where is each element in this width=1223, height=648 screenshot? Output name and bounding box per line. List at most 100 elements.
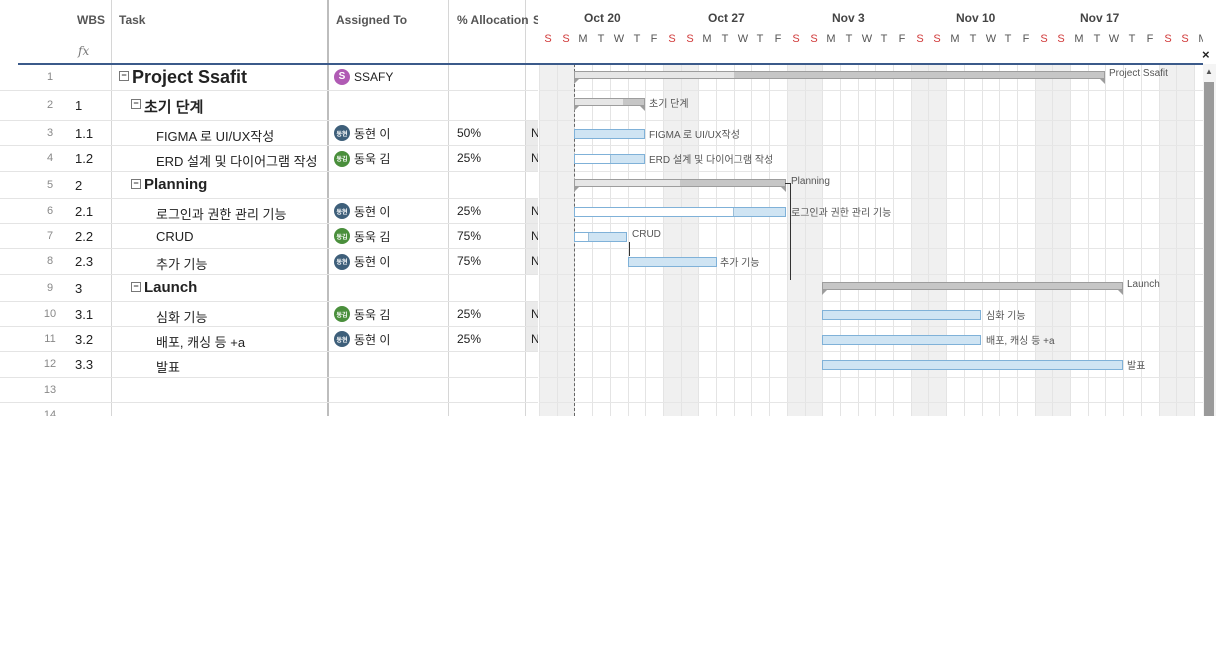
wbs-cell[interactable]: 3.2 [75,332,93,347]
table-row[interactable]: 3 1.1 FIGMA 로 UI/UX작성 동현 동현 이 50% N [0,121,538,146]
column-header-assigned[interactable]: Assigned To [336,13,407,27]
scrollbar-thumb[interactable] [1204,82,1214,416]
status-cell[interactable]: N [526,199,538,223]
task-bar[interactable] [822,360,1123,370]
gantt-row [539,91,1203,121]
task-name[interactable]: Project Ssafit [132,67,247,88]
status-cell[interactable]: N [526,146,538,171]
task-name[interactable]: Planning [144,176,207,193]
column-header-wbs[interactable]: WBS [77,13,105,27]
summary-bar[interactable] [574,98,645,111]
scroll-up-icon[interactable]: ▲ [1205,67,1213,76]
collapse-toggle-icon[interactable]: − [131,178,141,189]
task-bar[interactable] [574,232,627,242]
header-divider [18,63,1203,65]
task-name[interactable]: Launch [144,279,197,296]
task-bar[interactable] [822,335,981,345]
allocation-cell[interactable]: 75% [457,229,481,243]
table-row[interactable]: 2 1 초기 단계 − [0,91,538,121]
wbs-cell[interactable]: 2.3 [75,254,93,269]
wbs-cell[interactable]: 3.1 [75,307,93,322]
table-row[interactable]: 7 2.2 CRUD 동김 동욱 김 75% N [0,224,538,249]
table-row[interactable]: 5 2 Planning − [0,172,538,199]
table-row[interactable]: 9 3 Launch − [0,275,538,302]
wbs-cell[interactable]: 2 [75,178,82,193]
task-bar[interactable] [628,257,717,267]
column-header-status[interactable]: S [533,13,538,27]
task-name[interactable]: CRUD [156,229,194,244]
table-row[interactable]: 6 2.1 로그인과 권한 관리 기능 동현 동현 이 25% N [0,199,538,224]
table-row[interactable]: 12 3.3 발표 [0,352,538,378]
table-row[interactable]: 10 3.1 심화 기능 동김 동욱 김 25% N [0,302,538,327]
table-row[interactable]: 14 [0,403,538,417]
summary-bar[interactable] [574,71,1105,84]
allocation-cell[interactable]: 25% [457,204,481,218]
day-label: S [810,33,818,45]
assignee-cell[interactable]: 동김 동욱 김 [334,228,390,245]
table-row[interactable]: 4 1.2 ERD 설계 및 다이어그램 작성 동김 동욱 김 25% N [0,146,538,172]
allocation-cell[interactable]: 25% [457,307,481,321]
task-bar[interactable] [574,154,645,164]
bar-label: CRUD [632,229,661,240]
day-label: M [826,33,836,45]
day-label: F [898,33,906,45]
avatar: 동현 [334,331,350,347]
collapse-toggle-icon[interactable]: − [131,99,141,109]
summary-bar[interactable] [822,282,1123,295]
assignee-name: 동현 이 [354,332,391,347]
table-row[interactable]: 13 [0,378,538,403]
row-number: 10 [43,307,57,320]
task-name[interactable]: 배포, 캐싱 등 +a [156,332,245,351]
task-name[interactable]: 발표 [156,357,180,376]
wbs-cell[interactable]: 3.3 [75,357,93,372]
formula-icon[interactable]: fx [78,44,89,58]
task-bar[interactable] [574,207,786,217]
table-row[interactable]: 1 Project Ssafit − S SSAFY [0,64,538,91]
day-label: S [544,33,552,45]
task-name[interactable]: 심화 기능 [156,307,207,326]
assignee-cell[interactable]: 동현 동현 이 [334,203,390,220]
allocation-cell[interactable]: 25% [457,332,481,346]
task-name[interactable]: ERD 설계 및 다이어그램 작성 [156,151,318,170]
row-number: 6 [46,204,54,217]
status-cell[interactable]: N [526,224,538,248]
week-label: Nov 10 [956,11,996,25]
summary-bar[interactable] [574,179,786,192]
day-label: F [774,33,782,45]
status-cell[interactable]: N [526,302,538,326]
column-header-allocation[interactable]: % Allocation [457,13,529,27]
assignee-cell[interactable]: 동현 동현 이 [334,253,390,270]
assignee-cell[interactable]: 동현 동현 이 [334,125,390,142]
table-row[interactable]: 8 2.3 추가 기능 동현 동현 이 75% N [0,249,538,275]
task-name[interactable]: 로그인과 권한 관리 기능 [156,204,286,223]
task-name[interactable]: 초기 단계 [144,96,203,117]
close-icon[interactable]: × [1202,47,1210,62]
column-header-task[interactable]: Task [119,13,145,27]
wbs-cell[interactable]: 1.2 [75,151,93,166]
collapse-toggle-icon[interactable]: − [131,281,141,292]
assignee-cell[interactable]: 동현 동현 이 [334,331,390,348]
assignee-name: 동욱 김 [354,307,391,322]
status-cell[interactable]: N [526,327,538,351]
assignee-cell[interactable]: 동김 동욱 김 [334,306,390,323]
task-bar[interactable] [822,310,981,320]
wbs-cell[interactable]: 1 [75,98,82,113]
assignee-cell[interactable]: 동김 동욱 김 [334,150,390,167]
assignee-cell[interactable]: S SSAFY [334,68,393,85]
wbs-cell[interactable]: 2.2 [75,229,93,244]
wbs-cell[interactable]: 2.1 [75,204,93,219]
status-cell[interactable]: N [526,121,538,145]
table-row[interactable]: 11 3.2 배포, 캐싱 등 +a 동현 동현 이 25% N [0,327,538,352]
task-name[interactable]: FIGMA 로 UI/UX작성 [156,126,274,145]
summary-cap [781,187,786,192]
allocation-cell[interactable]: 50% [457,126,481,140]
task-bar[interactable] [574,129,645,139]
status-cell[interactable]: N [526,249,538,274]
wbs-cell[interactable]: 1.1 [75,126,93,141]
collapse-toggle-icon[interactable]: − [119,70,129,81]
allocation-cell[interactable]: 75% [457,254,481,268]
day-label: S [1057,33,1065,45]
wbs-cell[interactable]: 3 [75,281,82,296]
task-name[interactable]: 추가 기능 [156,254,207,273]
allocation-cell[interactable]: 25% [457,151,481,165]
